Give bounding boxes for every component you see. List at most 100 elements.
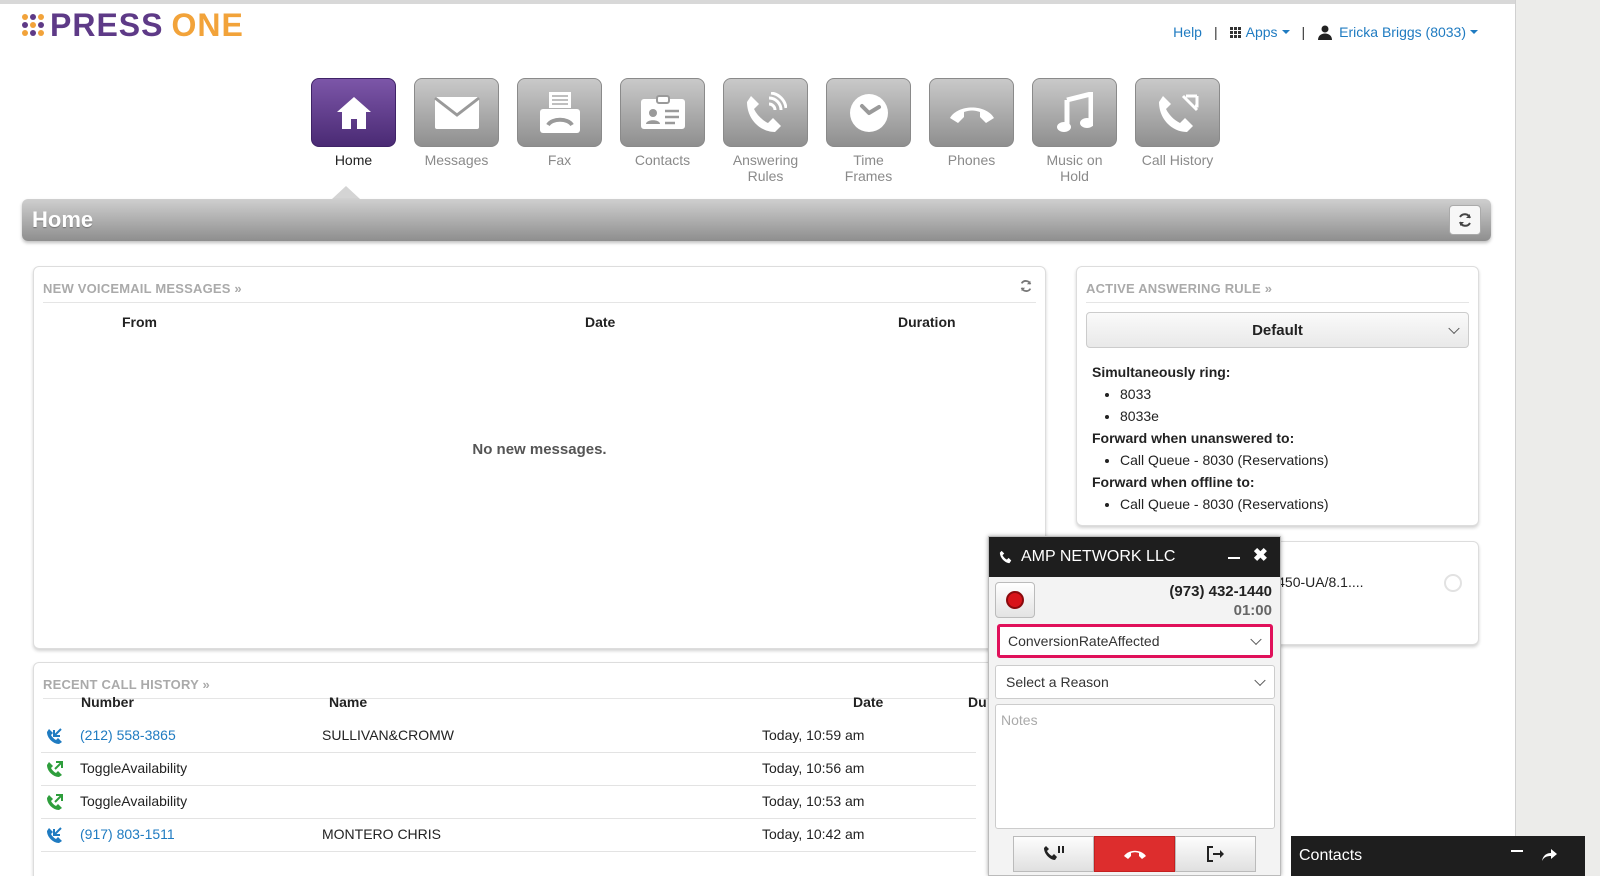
rule-details: Simultaneously ring: 80338033e Forward w…: [1077, 348, 1478, 515]
nav-item-call-history[interactable]: Call History: [1126, 78, 1229, 184]
caret-down-icon: [1281, 30, 1290, 34]
disposition-select[interactable]: ConversionRateAffected: [997, 624, 1273, 658]
call-number[interactable]: (212) 558-3865: [80, 727, 176, 743]
unanswered-label: Forward when unanswered to:: [1092, 430, 1295, 446]
table-header: Number Name Date Du: [41, 694, 987, 720]
active-call-widget: AMP NETWORK LLC ✖ (973) 432-1440 01:00 C…: [988, 536, 1281, 876]
fax-icon[interactable]: [517, 78, 602, 147]
reason-placeholder: Select a Reason: [1006, 674, 1109, 690]
clock-icon[interactable]: [826, 78, 911, 147]
call-number[interactable]: (917) 803-1511: [80, 826, 175, 842]
offline-list: Call Queue - 8030 (Reservations): [1092, 493, 1463, 515]
logo-dot: [22, 22, 28, 28]
nav-item-messages[interactable]: Messages: [405, 78, 508, 184]
refresh-icon[interactable]: [1019, 279, 1033, 293]
press-one-logo[interactable]: PRESS ONE: [22, 8, 244, 42]
call-history-table: Number Name Date Du (212) 558-3865 SULLIV…: [41, 694, 987, 852]
phone-ringing-icon[interactable]: [723, 78, 808, 147]
list-item: 8033e: [1120, 405, 1463, 427]
chevron-down-icon: [1250, 633, 1262, 646]
table-row[interactable]: (917) 803-1511 MONTERO CHRIS Today, 10:42 …: [41, 819, 976, 852]
transfer-button[interactable]: [1175, 836, 1256, 872]
answering-rule-panel: ACTIVE ANSWERING RULE » Default Simultan…: [1076, 266, 1479, 526]
outbound-call-icon: [47, 761, 63, 777]
notes-textarea[interactable]: Notes: [995, 704, 1275, 829]
contacts-bar[interactable]: Contacts: [1291, 836, 1585, 876]
logo-dot: [22, 30, 28, 36]
nav-item-answering-rules[interactable]: Answering Rules: [714, 78, 817, 184]
logo-dot: [22, 14, 28, 20]
refresh-icon: [1459, 213, 1471, 227]
nav-item-fax[interactable]: Fax: [508, 78, 611, 184]
table-row[interactable]: (212) 558-3865 SULLIVAN&CROMW Today, 10:59…: [41, 720, 976, 753]
column-header-name[interactable]: Name: [329, 694, 367, 710]
unanswered-list: Call Queue - 8030 (Reservations): [1092, 449, 1463, 471]
nav-item-label: Music on Hold: [1046, 152, 1103, 184]
phone-icon: [999, 550, 1012, 564]
minimize-icon[interactable]: [1511, 850, 1523, 852]
nav-item-label: Phones: [947, 152, 996, 168]
column-header-number[interactable]: Number: [81, 694, 134, 710]
nav-item-time-frames[interactable]: Time Frames: [817, 78, 920, 184]
nav-item-label: Home: [334, 152, 373, 168]
table-row[interactable]: ToggleAvailability Today, 10:56 am: [41, 753, 976, 786]
offline-label: Forward when offline to:: [1092, 474, 1255, 490]
call-date: Today, 10:59 am: [762, 727, 865, 743]
answering-rule-select[interactable]: Default: [1086, 312, 1469, 348]
table-row[interactable]: ToggleAvailability Today, 10:53 am: [41, 786, 976, 819]
nav-item-label: Time Frames: [844, 152, 893, 184]
list-item: Call Queue - 8030 (Reservations): [1120, 493, 1463, 515]
nav-item-music-on-hold[interactable]: Music on Hold: [1023, 78, 1126, 184]
apps-label: Apps: [1245, 24, 1278, 40]
refresh-button[interactable]: [1449, 205, 1481, 235]
popout-arrow-icon[interactable]: [1541, 848, 1557, 862]
disposition-value: ConversionRateAffected: [1008, 633, 1160, 649]
page-header-bar: Home: [22, 199, 1491, 241]
apps-grid-icon: [1229, 26, 1241, 38]
notes-placeholder: Notes: [1001, 712, 1038, 728]
close-icon[interactable]: ✖: [1253, 545, 1268, 565]
user-name: Ericka Briggs (8033): [1339, 24, 1466, 40]
nav-item-label: Fax: [547, 152, 572, 168]
nav-item-contacts[interactable]: Contacts: [611, 78, 714, 184]
column-header-duration[interactable]: Du: [968, 694, 987, 710]
record-button[interactable]: [995, 582, 1035, 618]
handset-icon[interactable]: [929, 78, 1014, 147]
call-history-icon[interactable]: [1135, 78, 1220, 147]
answering-rule-panel-title[interactable]: ACTIVE ANSWERING RULE »: [1086, 281, 1469, 303]
help-link[interactable]: Help: [1173, 24, 1202, 40]
call-date: Today, 10:53 am: [762, 793, 865, 809]
reason-select[interactable]: Select a Reason: [995, 665, 1275, 699]
hold-button[interactable]: [1013, 836, 1094, 872]
column-header-date[interactable]: Date: [853, 694, 883, 710]
call-date: Today, 10:42 am: [762, 826, 865, 842]
nav-item-label: Call History: [1141, 152, 1214, 168]
logo-dots-icon: [22, 14, 44, 36]
separator: |: [1213, 24, 1218, 40]
list-item: Call Queue - 8030 (Reservations): [1120, 449, 1463, 471]
column-header-duration[interactable]: Duration: [898, 314, 956, 330]
outbound-call-icon: [47, 794, 63, 810]
transfer-icon: [1206, 846, 1224, 862]
empty-state-message: No new messages.: [472, 441, 607, 458]
voicemail-panel-title[interactable]: NEW VOICEMAIL MESSAGES »: [43, 281, 1036, 303]
user-menu[interactable]: Ericka Briggs (8033): [1317, 24, 1478, 40]
inbound-call-icon: [47, 728, 62, 744]
minimize-icon[interactable]: [1228, 557, 1240, 559]
caller-name: AMP NETWORK LLC: [1021, 548, 1176, 565]
caller-number: (973) 432-1440: [1169, 583, 1272, 600]
nav-item-home[interactable]: Home: [302, 78, 405, 184]
caret-down-icon: [1470, 30, 1478, 34]
column-header-from[interactable]: From: [122, 314, 157, 330]
apps-menu[interactable]: Apps: [1229, 24, 1290, 40]
home-icon[interactable]: [311, 78, 396, 147]
logo-dot: [30, 14, 36, 20]
music-note-icon[interactable]: [1032, 78, 1117, 147]
nav-item-phones[interactable]: Phones: [920, 78, 1023, 184]
logo-text-one: ONE: [171, 7, 244, 43]
logo-dot: [38, 22, 44, 28]
contact-card-icon[interactable]: [620, 78, 705, 147]
hang-up-button[interactable]: [1094, 836, 1175, 872]
envelope-icon[interactable]: [414, 78, 499, 147]
column-header-date[interactable]: Date: [585, 314, 615, 330]
